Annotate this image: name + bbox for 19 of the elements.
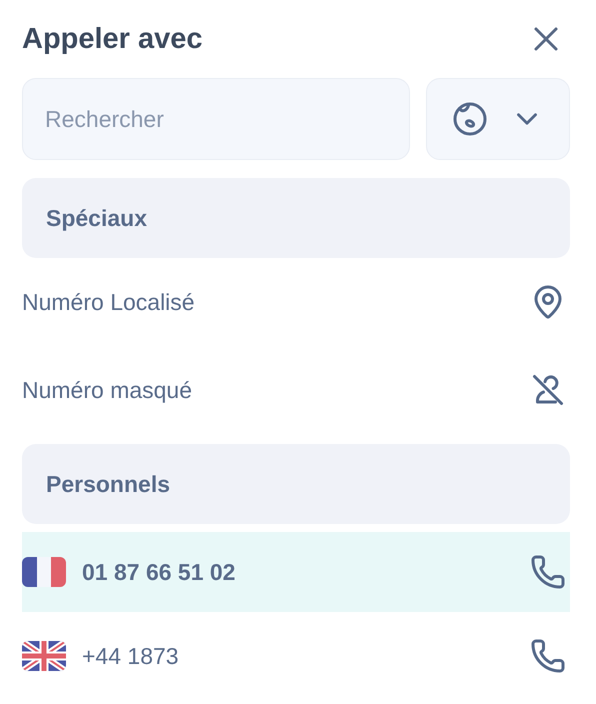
option-label: 01 87 66 51 02 [82, 558, 236, 586]
phone-icon[interactable] [530, 638, 566, 674]
caller-option[interactable]: Numéro Localisé [22, 258, 570, 346]
section-header: Personnels [22, 444, 570, 524]
hidden-user-icon [530, 372, 566, 408]
caller-option[interactable]: +44 1873 [22, 612, 570, 700]
search-field[interactable]: Rechercher [22, 78, 410, 160]
dialog-title: Appeler avec [22, 22, 203, 56]
phone-icon[interactable] [530, 554, 566, 590]
option-label: Numéro Localisé [22, 288, 196, 316]
region-dropdown[interactable] [426, 78, 570, 160]
globe-icon [452, 101, 488, 137]
flag-icon [22, 557, 66, 587]
caller-option[interactable]: Numéro masqué [22, 346, 570, 434]
option-label: Numéro masqué [22, 376, 194, 404]
option-label: +44 1873 [82, 642, 180, 670]
section-header: Spéciaux [22, 178, 570, 258]
flag-icon [22, 641, 66, 671]
caller-option[interactable]: 01 87 66 51 02 [22, 532, 570, 612]
